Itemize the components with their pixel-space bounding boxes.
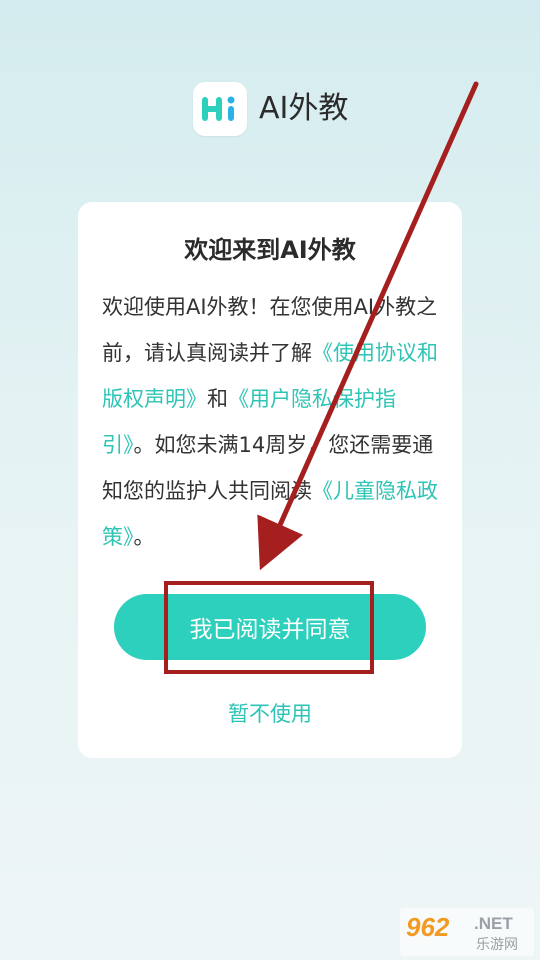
agree-button[interactable]: 我已阅读并同意 [114,594,426,660]
dialog-body: 欢迎使用AI外教！在您使用AI外教之前，请认真阅读并了解《使用协议和版权声明》和… [102,284,438,560]
app-logo-icon [202,96,235,121]
privacy-dialog: 欢迎来到AI外教 欢迎使用AI外教！在您使用AI外教之前，请认真阅读并了解《使用… [78,202,462,758]
app-header: AI外教 [193,82,348,136]
decline-button[interactable]: 暂不使用 [78,698,462,728]
watermark-number: 962 [406,912,450,942]
and-text: 和 [207,387,228,411]
watermark-net: .NET [474,914,513,933]
watermark-site-name: 乐游网 [476,937,518,953]
dialog-title: 欢迎来到AI外教 [184,236,356,264]
app-name: AI外教 [259,91,349,126]
body-end: 。 [133,525,155,549]
agree-button-label: 我已阅读并同意 [189,617,351,643]
watermark-logo: 962 .NET 乐游网 [400,908,534,956]
app-logo [193,82,247,136]
